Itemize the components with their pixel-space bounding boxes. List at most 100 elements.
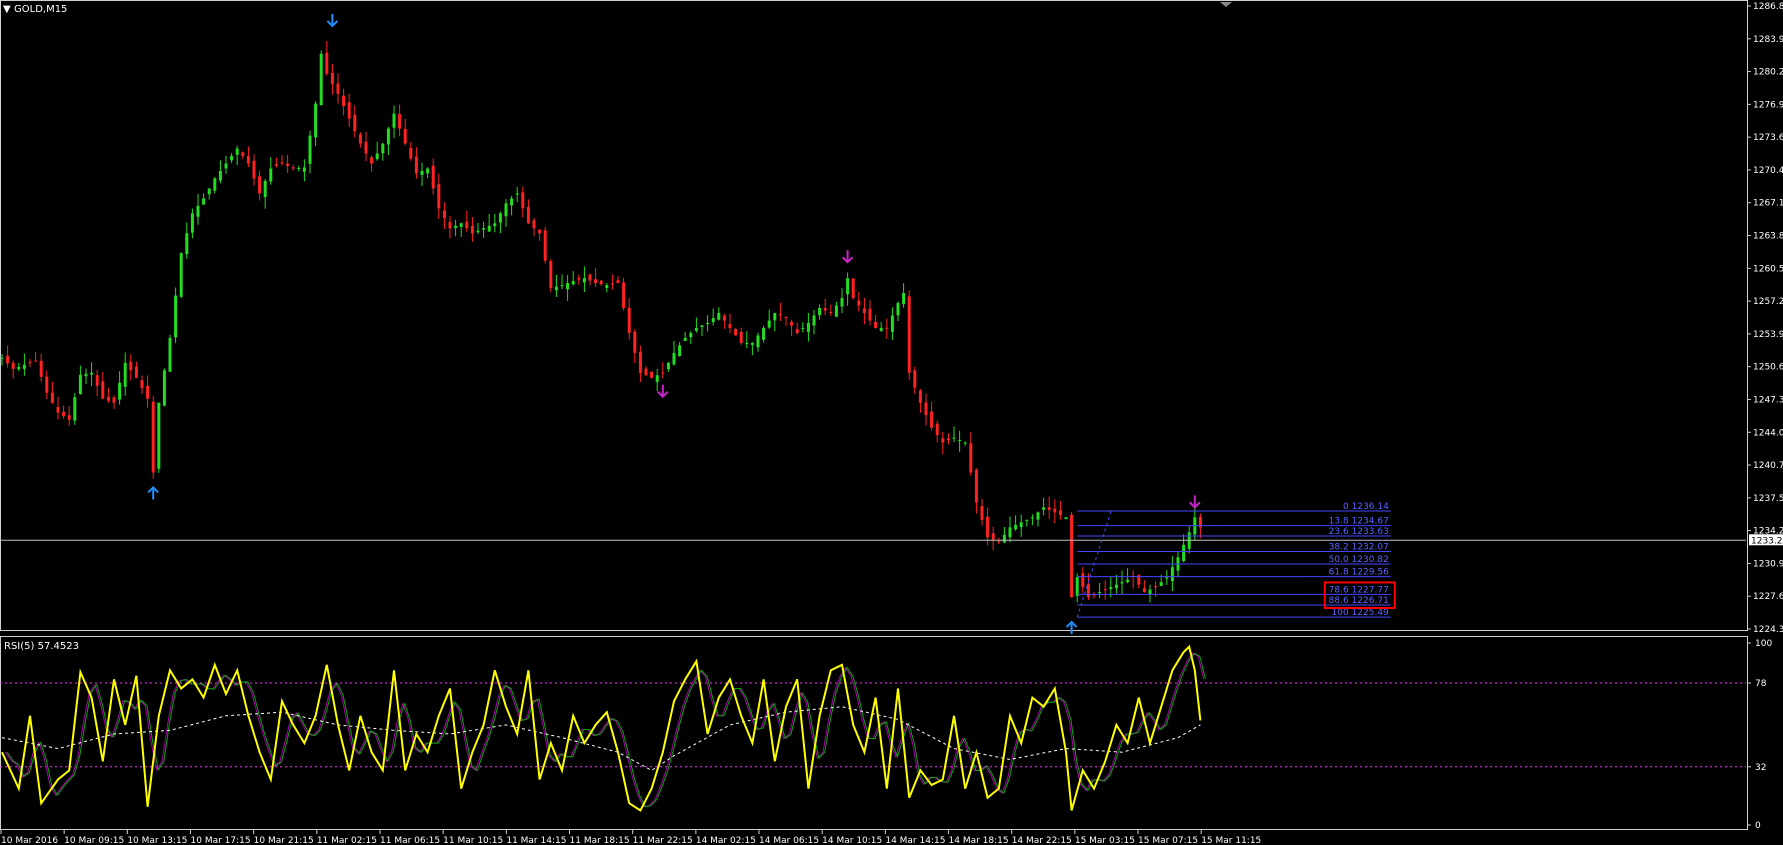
candle: [711, 308, 715, 326]
candle: [902, 283, 906, 308]
candle: [706, 315, 710, 332]
candle-body: [1165, 577, 1169, 579]
candle: [162, 368, 166, 407]
candle-body: [1058, 510, 1062, 515]
candle: [762, 325, 766, 343]
candle-body: [375, 153, 379, 160]
candle: [588, 273, 592, 286]
candle-body: [118, 382, 122, 400]
candle: [549, 258, 553, 293]
candle: [95, 369, 99, 397]
candle-body: [627, 307, 631, 333]
candle: [84, 368, 88, 385]
candle-body: [566, 283, 570, 290]
candle-body: [728, 324, 732, 328]
candle-body: [952, 437, 956, 439]
candle: [918, 389, 922, 413]
candle-body: [414, 156, 418, 174]
candle: [62, 405, 66, 419]
candle-body: [22, 364, 26, 369]
candle-body: [1025, 519, 1029, 521]
candle: [594, 268, 598, 287]
candle-body: [655, 375, 659, 383]
candle: [644, 366, 648, 376]
candle-body: [610, 283, 614, 285]
candle: [1182, 534, 1186, 563]
candle: [274, 157, 278, 168]
candle-body: [1075, 577, 1079, 596]
candle: [1148, 584, 1152, 603]
candle-body: [1170, 567, 1174, 581]
candle: [157, 402, 161, 473]
candle: [1114, 574, 1118, 594]
candle: [1081, 567, 1085, 594]
candle-body: [280, 162, 284, 164]
candle: [123, 352, 127, 396]
candle: [297, 165, 301, 172]
candle-body: [465, 221, 469, 229]
candle-body: [913, 370, 917, 388]
candle-body: [560, 285, 564, 287]
price-axis-label: 1224.3: [1753, 625, 1783, 635]
candle-body: [515, 193, 519, 195]
candle-body: [1182, 544, 1186, 562]
candle: [426, 167, 430, 179]
candle-body: [426, 168, 430, 174]
price-axis-label: 1260.5: [1753, 264, 1783, 274]
candle-body: [364, 141, 368, 154]
candle-body: [795, 329, 799, 333]
candle: [28, 359, 32, 368]
candle: [773, 312, 777, 332]
candle: [482, 221, 486, 238]
candle-body: [1036, 512, 1040, 520]
candle-body: [45, 376, 49, 393]
candle-body: [151, 401, 155, 473]
candle-body: [577, 277, 581, 280]
candle: [73, 393, 77, 425]
candle-body: [812, 315, 816, 326]
candle-body: [297, 167, 301, 169]
candle-body: [521, 192, 525, 209]
candle-body: [470, 225, 474, 234]
candle-body: [185, 233, 189, 255]
candle-body: [722, 315, 726, 321]
candle-body: [6, 355, 10, 364]
candle-body: [616, 280, 620, 284]
fibonacci-retracement[interactable]: 0 1236.14 13.8 1234.6723.6 1233.63 38.2 12…: [1076, 502, 1396, 618]
price-axis-label: 1230.9: [1753, 559, 1783, 569]
price-axis-label: 1244.0: [1753, 428, 1783, 438]
candle: [846, 272, 850, 306]
candle: [650, 371, 654, 379]
fib-level-label: 0 1236.14: [1343, 502, 1389, 512]
candle-body: [885, 327, 889, 329]
candle-body: [134, 366, 138, 378]
time-axis-label: 10 Mar 09:15: [64, 836, 124, 845]
candle: [946, 433, 950, 445]
candle: [230, 153, 234, 164]
candle: [325, 41, 329, 76]
candle: [403, 118, 407, 146]
price-axis-label: 1267.1: [1753, 199, 1783, 209]
candle-body: [823, 308, 827, 311]
candle-body: [711, 317, 715, 323]
collapse-icon[interactable]: ▼: [3, 4, 11, 15]
candle-body: [846, 278, 850, 295]
chart-canvas[interactable]: ▼ GOLD,M15 RSI(5) 57.4523 0 1236.14 13.8 …: [0, 0, 1783, 845]
candle: [818, 304, 822, 320]
time-axis-label: 15 Mar 11:15: [1201, 836, 1261, 845]
candle: [958, 430, 962, 452]
candle: [392, 105, 396, 139]
time-axis-label: 11 Mar 22:15: [633, 836, 693, 845]
candle: [812, 310, 816, 335]
candle: [207, 188, 211, 200]
candle-body: [532, 220, 536, 229]
chart-shift-marker-icon[interactable]: [1220, 2, 1232, 7]
candle: [806, 313, 810, 342]
candle-body: [487, 225, 491, 232]
time-axis-label: 11 Mar 10:15: [443, 836, 503, 845]
candle: [1187, 525, 1191, 554]
candle-body: [504, 203, 508, 217]
candle: [454, 219, 458, 237]
candle-body: [829, 311, 833, 314]
candle-body: [1081, 573, 1085, 588]
